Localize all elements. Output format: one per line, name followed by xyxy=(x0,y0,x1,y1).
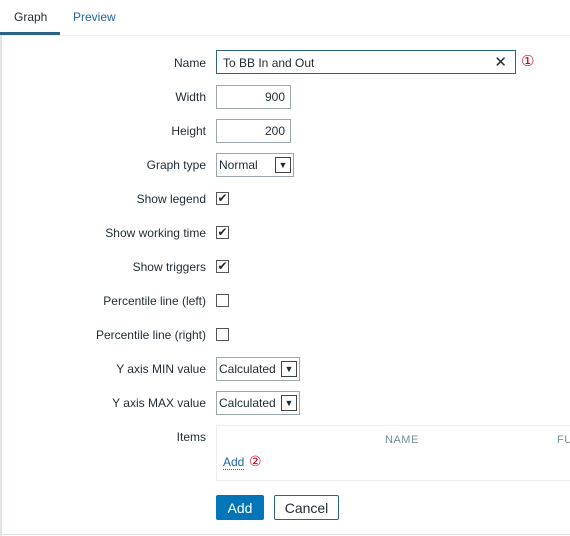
items-table: NAME FU Add ② xyxy=(216,425,570,481)
percentile-left-checkbox[interactable] xyxy=(216,294,229,307)
tab-bar: Graph Preview xyxy=(0,0,570,36)
show-legend-label: Show legend xyxy=(136,192,206,206)
row-height: Height xyxy=(0,119,570,143)
show-working-time-checkbox[interactable]: ✔ xyxy=(216,226,229,239)
row-name: Name To BB In and Out ✕ ① xyxy=(0,50,570,75)
chevron-down-icon: ▼ xyxy=(275,157,291,173)
width-input[interactable] xyxy=(216,85,291,109)
row-percentile-right: Percentile line (right) xyxy=(0,323,570,347)
frame-border xyxy=(0,35,2,536)
height-label: Height xyxy=(171,124,206,138)
name-input[interactable]: To BB In and Out ✕ xyxy=(216,50,516,74)
row-ymin: Y axis MIN value Calculated ▼ xyxy=(0,357,570,381)
row-show-legend: Show legend ✔ xyxy=(0,187,570,211)
ymin-label: Y axis MIN value xyxy=(116,362,206,376)
graph-type-label: Graph type xyxy=(146,158,206,172)
tab-preview[interactable]: Preview xyxy=(73,10,116,24)
percentile-right-label: Percentile line (right) xyxy=(95,328,206,342)
ymin-select[interactable]: Calculated ▼ xyxy=(216,357,300,381)
show-working-time-label: Show working time xyxy=(105,226,206,240)
clear-icon[interactable]: ✕ xyxy=(494,53,507,71)
cancel-button[interactable]: Cancel xyxy=(274,495,339,520)
show-triggers-checkbox[interactable]: ✔ xyxy=(216,260,229,273)
ymax-label: Y axis MAX value xyxy=(112,396,206,410)
items-label: Items xyxy=(176,430,206,444)
row-width: Width xyxy=(0,85,570,109)
active-tab-indicator xyxy=(0,32,60,35)
row-show-working-time: Show working time ✔ xyxy=(0,221,570,245)
annotation-marker-2: ② xyxy=(249,453,262,469)
column-header-name: NAME xyxy=(385,434,419,446)
column-header-function: FU xyxy=(557,434,570,446)
height-input[interactable] xyxy=(216,119,291,143)
divider xyxy=(0,534,570,535)
add-button[interactable]: Add xyxy=(216,495,264,520)
chevron-down-icon: ▼ xyxy=(281,395,297,411)
width-label: Width xyxy=(175,90,206,104)
tab-graph[interactable]: Graph xyxy=(14,10,47,24)
graph-type-select[interactable]: Normal ▼ xyxy=(216,153,294,177)
percentile-right-checkbox[interactable] xyxy=(216,328,229,341)
percentile-left-label: Percentile line (left) xyxy=(103,294,206,308)
row-percentile-left: Percentile line (left) xyxy=(0,289,570,313)
row-ymax: Y axis MAX value Calculated ▼ xyxy=(0,391,570,415)
annotation-marker-1: ① xyxy=(521,53,535,70)
add-item-link[interactable]: Add xyxy=(223,455,245,470)
ymax-select[interactable]: Calculated ▼ xyxy=(216,391,300,415)
name-label: Name xyxy=(173,56,206,70)
row-show-triggers: Show triggers ✔ xyxy=(0,255,570,279)
row-graph-type: Graph type Normal ▼ xyxy=(0,153,570,177)
show-legend-checkbox[interactable]: ✔ xyxy=(216,192,229,205)
chevron-down-icon: ▼ xyxy=(281,361,297,377)
show-triggers-label: Show triggers xyxy=(132,260,206,274)
